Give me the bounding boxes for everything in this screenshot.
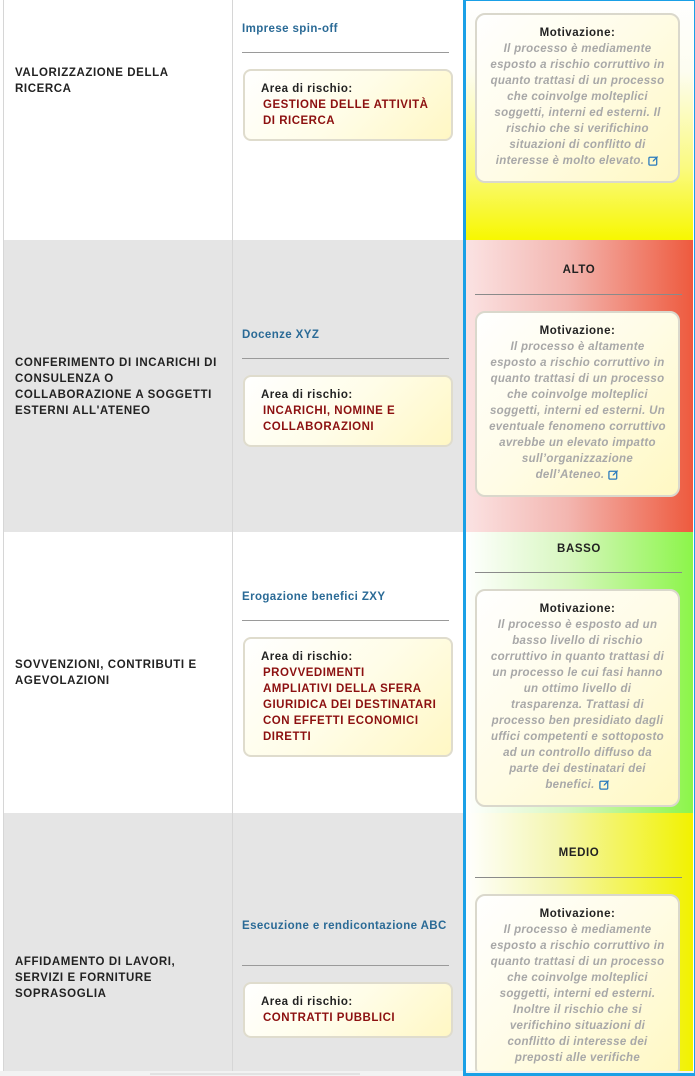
risk-area-box: Area di rischio: INCARICHI, NOMINE E COL…	[243, 375, 453, 447]
risk-area-label: Area di rischio:	[261, 83, 353, 95]
table-row: VALORIZZAZIONE DELLA RICERCA Imprese spi…	[3, 0, 693, 240]
risk-area-label: Area di rischio:	[261, 651, 353, 663]
risk-level-cell: BASSO Motivazione: Il processo è esposto…	[465, 532, 693, 813]
motivation-text: Il processo è altamente esposto a rischi…	[489, 341, 666, 481]
process-cell: CONFERIMENTO DI INCARICHI DI CONSULENZA …	[3, 240, 233, 532]
risk-area-value: PROVVEDIMENTI AMPLIATIVI DELLA SFERA GIU…	[263, 667, 437, 743]
subprocess-link[interactable]: Esecuzione e rendicontazione ABC	[242, 918, 452, 934]
divider	[242, 965, 449, 966]
process-name: VALORIZZAZIONE DELLA RICERCA	[15, 67, 169, 95]
motivation-box: Motivazione: Il processo è esposto ad un…	[475, 589, 680, 807]
horizontal-scrollbar-thumb[interactable]	[150, 1073, 360, 1075]
subprocess-link[interactable]: Erogazione benefici ZXY	[242, 589, 452, 605]
motivation-box: Motivazione: Il processo è mediamente es…	[475, 13, 680, 183]
divider	[475, 877, 682, 878]
divider	[242, 52, 449, 53]
subprocess-cell: Docenze XYZ Area di rischio: INCARICHI, …	[232, 240, 465, 532]
risk-level-label: MEDIO	[558, 847, 600, 859]
motivation-label: Motivazione:	[539, 27, 616, 39]
motivation-box: Motivazione: Il processo è mediamente es…	[475, 894, 680, 1071]
motivation-text: Il processo è mediamente esposto a risch…	[490, 924, 665, 1064]
risk-area-value: INCARICHI, NOMINE E COLLABORAZIONI	[263, 405, 396, 433]
process-name: AFFIDAMENTO DI LAVORI, SERVIZI E FORNITU…	[15, 956, 176, 1000]
risk-level-cell: MEDIO Motivazione: Il processo è mediame…	[465, 813, 693, 1071]
motivation-label: Motivazione:	[539, 908, 616, 920]
table-row: CONFERIMENTO DI INCARICHI DI CONSULENZA …	[3, 240, 693, 532]
subprocess-cell: Erogazione benefici ZXY Area di rischio:…	[232, 532, 465, 813]
risk-level-label: BASSO	[557, 543, 601, 555]
risk-area-box: Area di rischio: GESTIONE DELLE ATTIVITÀ…	[243, 69, 453, 141]
subprocess-cell: Imprese spin-off Area di rischio: GESTIO…	[232, 0, 465, 240]
process-cell: AFFIDAMENTO DI LAVORI, SERVIZI E FORNITU…	[3, 813, 233, 1071]
motivation-text: Il processo è esposto ad un basso livell…	[490, 619, 665, 791]
edit-icon[interactable]	[648, 155, 659, 171]
risk-area-label: Area di rischio:	[261, 389, 353, 401]
risk-area-box: Area di rischio: CONTRATTI PUBBLICI	[243, 982, 453, 1038]
subprocess-cell: Esecuzione e rendicontazione ABC Area di…	[232, 813, 465, 1071]
motivation-label: Motivazione:	[539, 325, 616, 337]
process-cell: VALORIZZAZIONE DELLA RICERCA	[3, 0, 233, 240]
risk-area-label: Area di rischio:	[261, 996, 353, 1008]
subprocess-link[interactable]: Imprese spin-off	[242, 21, 452, 37]
process-name: SOVVENZIONI, CONTRIBUTI E AGEVOLAZIONI	[15, 659, 197, 687]
divider	[475, 294, 682, 295]
edit-icon[interactable]	[608, 469, 619, 485]
motivation-box: Motivazione: Il processo è altamente esp…	[475, 311, 680, 497]
divider	[242, 358, 449, 359]
process-cell: SOVVENZIONI, CONTRIBUTI E AGEVOLAZIONI	[3, 532, 233, 813]
risk-level-cell: ALTO Motivazione: Il processo è altament…	[465, 240, 693, 532]
risk-level-label: ALTO	[562, 264, 596, 276]
motivation-label: Motivazione:	[539, 603, 616, 615]
subprocess-link[interactable]: Docenze XYZ	[242, 327, 452, 343]
edit-icon[interactable]	[598, 779, 610, 795]
risk-area-value: CONTRATTI PUBBLICI	[263, 1012, 396, 1024]
divider	[475, 572, 682, 573]
divider	[242, 620, 449, 621]
process-name: CONFERIMENTO DI INCARICHI DI CONSULENZA …	[15, 357, 217, 417]
table-row: SOVVENZIONI, CONTRIBUTI E AGEVOLAZIONI E…	[3, 532, 693, 813]
table-row: AFFIDAMENTO DI LAVORI, SERVIZI E FORNITU…	[3, 813, 693, 1071]
motivation-text: Il processo è mediamente esposto a risch…	[490, 43, 665, 167]
risk-level-cell: Motivazione: Il processo è mediamente es…	[465, 0, 693, 240]
risk-area-box: Area di rischio: PROVVEDIMENTI AMPLIATIV…	[243, 637, 453, 757]
risk-area-value: GESTIONE DELLE ATTIVITÀ DI RICERCA	[263, 99, 429, 127]
